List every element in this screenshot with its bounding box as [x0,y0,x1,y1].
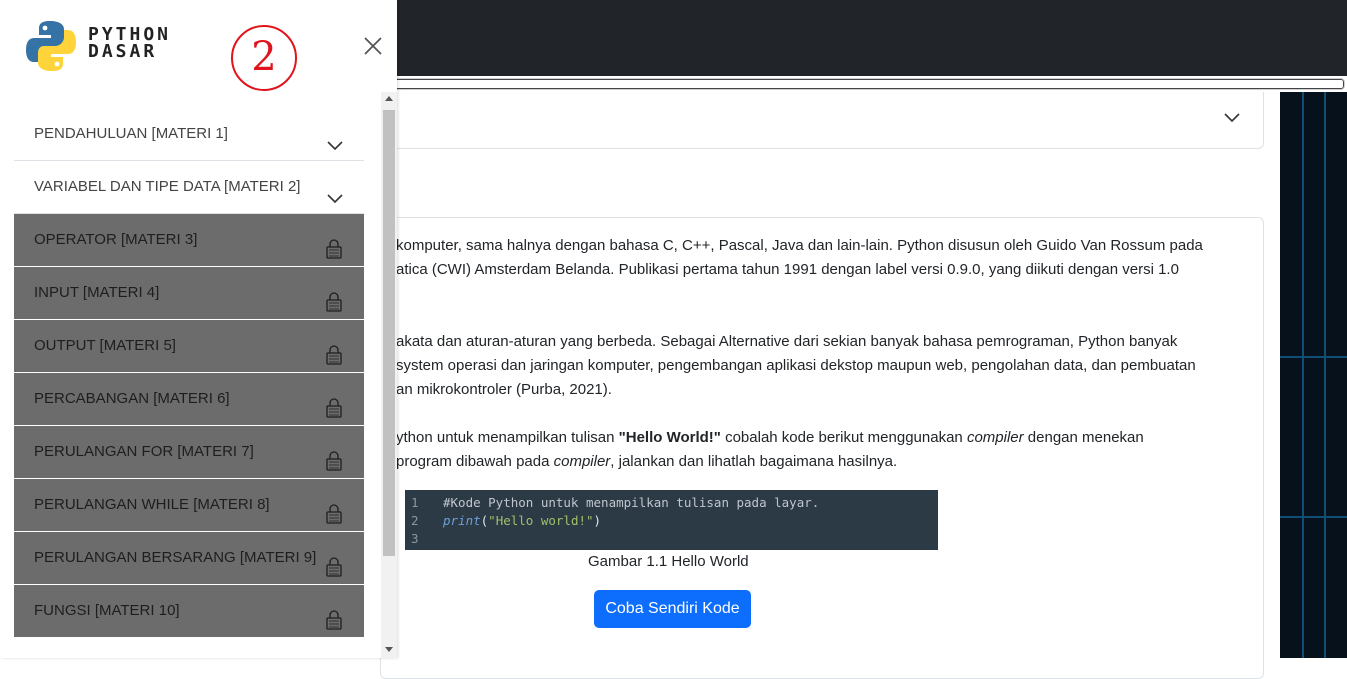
paragraph-2-line-3: an mikrokontroler (Purba, 2021). [396,381,612,398]
brand-logo[interactable]: PYTHON DASAR [26,20,176,72]
progress-bar [392,78,1345,90]
sidebar-item-label: VARIABEL DAN TIPE DATA [MATERI 2] [34,178,301,195]
lock-icon [326,600,342,652]
line-number: 2 [411,513,419,528]
sidebar-scrollbar[interactable] [381,92,397,658]
brand-name: PYTHON DASAR [88,24,172,62]
scroll-down-arrow-icon[interactable] [385,647,393,652]
sidebar-item-label: PERULANGAN BERSARANG [MATERI 9] [34,549,317,566]
sidebar-item-operator[interactable]: OPERATOR [MATERI 3] [14,214,364,267]
sidebar-item-perulangan-while[interactable]: PERULANGAN WHILE [MATERI 8] [14,479,364,532]
line-number: 1 [411,495,419,510]
sidebar-item-label: PERCABANGAN [MATERI 6] [34,390,230,407]
close-icon[interactable] [362,35,384,57]
sidebar-item-input[interactable]: INPUT [MATERI 4] [14,267,364,320]
sidebar-item-label: OPERATOR [MATERI 3] [34,231,198,248]
figure-caption: Gambar 1.1 Hello World [588,553,749,570]
sidebar-item-perulangan-bersarang[interactable]: PERULANGAN BERSARANG [MATERI 9] [14,532,364,585]
chevron-down-icon[interactable] [1223,108,1241,130]
code-snippet: 1 #Kode Python untuk menampilkan tulisan … [405,490,938,550]
sidebar-item-label: FUNGSI [MATERI 10] [34,602,180,619]
try-code-button[interactable]: Coba Sendiri Kode [594,590,751,628]
sidebar-item-output[interactable]: OUTPUT [MATERI 5] [14,320,364,373]
scrollbar-thumb[interactable] [383,110,395,556]
sidebar-item-fungsi[interactable]: FUNGSI [MATERI 10] [14,585,364,638]
sidebar-item-perulangan-for[interactable]: PERULANGAN FOR [MATERI 7] [14,426,364,479]
sidebar-item-label: PERULANGAN FOR [MATERI 7] [34,443,254,460]
sidebar-item-label: PERULANGAN WHILE [MATERI 8] [34,496,270,513]
sidebar-item-label: PENDAHULUAN [MATERI 1] [34,125,228,142]
code-comment: #Kode Python untuk menampilkan tulisan p… [443,495,820,510]
sidebar-item-label: INPUT [MATERI 4] [34,284,160,301]
scroll-up-arrow-icon[interactable] [385,96,393,101]
collapsed-section-card[interactable] [380,92,1264,149]
paragraph-2-line-2: system operasi dan jaringan komputer, pe… [396,357,1196,374]
code-statement: print("Hello world!") [443,513,602,528]
line-number: 3 [411,531,419,546]
materi-menu: PENDAHULUAN [MATERI 1] VARIABEL DAN TIPE… [14,108,364,638]
sidebar-item-percabangan[interactable]: PERCABANGAN [MATERI 6] [14,373,364,426]
python-logo-icon [26,21,76,71]
decorative-background [1280,92,1347,658]
sidebar-offcanvas: PYTHON DASAR 2 PENDAHULUAN [MATERI 1] VA… [0,0,397,658]
paragraph-1-line-1: komputer, sama halnya dengan bahasa C, C… [396,237,1203,254]
step-number-annotation: 2 [231,25,297,91]
paragraph-2-line-1: akata dan aturan-aturan yang berbeda. Se… [396,333,1178,350]
sidebar-item-variabel[interactable]: VARIABEL DAN TIPE DATA [MATERI 2] [14,161,364,214]
paragraph-1-line-2: atica (CWI) Amsterdam Belanda. Publikasi… [396,261,1179,278]
paragraph-3-line-2: program dibawah pada compiler, jalankan … [396,453,898,470]
sidebar-item-label: OUTPUT [MATERI 5] [34,337,176,354]
paragraph-3-line-1: ython untuk menampilkan tulisan "Hello W… [396,429,1144,446]
sidebar-item-pendahuluan[interactable]: PENDAHULUAN [MATERI 1] [14,108,364,161]
